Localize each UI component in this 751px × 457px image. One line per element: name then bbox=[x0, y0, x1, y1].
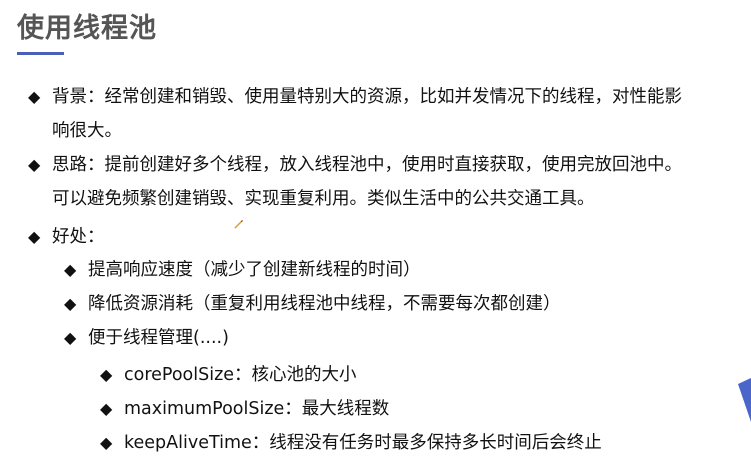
background-text-line2: 响很大。 bbox=[52, 121, 122, 141]
bullet-background: ◆ 背景：经常创建和销毁、使用量特别大的资源，比如并发情况下的线程，对性能影 bbox=[28, 86, 682, 108]
slide-title: 使用线程池 bbox=[17, 13, 157, 44]
param-item: ◆ maximumPoolSize：最大线程数 bbox=[100, 398, 389, 420]
param-text: keepAliveTime：线程没有任务时最多保持多长时间后会终止 bbox=[124, 433, 602, 453]
benefit-item: ◆ 提高响应速度（减少了创建新线程的时间） bbox=[64, 259, 421, 281]
background-continuation: 响很大。 bbox=[52, 120, 122, 142]
param-item: ◆ corePoolSize：核心池的大小 bbox=[100, 364, 357, 386]
title-underline bbox=[17, 52, 64, 55]
slide: 使用线程池 ◆ 背景：经常创建和销毁、使用量特别大的资源，比如并发情况下的线程，对… bbox=[0, 0, 751, 457]
bullet-benefits: ◆ 好处： bbox=[28, 226, 105, 248]
diamond-icon: ◆ bbox=[100, 365, 113, 384]
diamond-icon: ◆ bbox=[64, 328, 77, 347]
benefit-item: ◆ 降低资源消耗（重复利用线程池中线程，不需要每次都创建） bbox=[64, 293, 561, 315]
param-text: maximumPoolSize：最大线程数 bbox=[124, 399, 390, 419]
param-text: corePoolSize：核心池的大小 bbox=[124, 365, 357, 385]
background-text-line1: 背景：经常创建和销毁、使用量特别大的资源，比如并发情况下的线程，对性能影 bbox=[52, 87, 682, 107]
benefits-label: 好处： bbox=[52, 227, 105, 247]
corner-triangle-decoration bbox=[738, 378, 751, 422]
diamond-icon: ◆ bbox=[28, 87, 41, 106]
diamond-icon: ◆ bbox=[64, 260, 77, 279]
benefit-text: 提高响应速度（减少了创建新线程的时间） bbox=[88, 260, 421, 280]
param-item: ◆ keepAliveTime：线程没有任务时最多保持多长时间后会终止 bbox=[100, 432, 602, 454]
diamond-icon: ◆ bbox=[28, 227, 41, 246]
benefit-text: 便于线程管理(....) bbox=[88, 328, 229, 348]
diamond-icon: ◆ bbox=[64, 294, 77, 313]
benefit-text: 降低资源消耗（重复利用线程池中线程，不需要每次都创建） bbox=[88, 294, 561, 314]
diamond-icon: ◆ bbox=[100, 399, 113, 418]
diamond-icon: ◆ bbox=[28, 155, 41, 174]
bullet-idea: ◆ 思路：提前创建好多个线程，放入线程池中，使用时直接获取，使用完放回池中。 bbox=[28, 154, 682, 176]
idea-text-line1: 思路：提前创建好多个线程，放入线程池中，使用时直接获取，使用完放回池中。 bbox=[52, 155, 682, 175]
pen-cursor-icon bbox=[234, 220, 243, 229]
idea-text-line2: 可以避免频繁创建销毁、实现重复利用。类似生活中的公共交通工具。 bbox=[52, 189, 595, 209]
diamond-icon: ◆ bbox=[100, 433, 113, 452]
idea-continuation: 可以避免频繁创建销毁、实现重复利用。类似生活中的公共交通工具。 bbox=[52, 188, 595, 210]
benefit-item: ◆ 便于线程管理(....) bbox=[64, 327, 229, 349]
